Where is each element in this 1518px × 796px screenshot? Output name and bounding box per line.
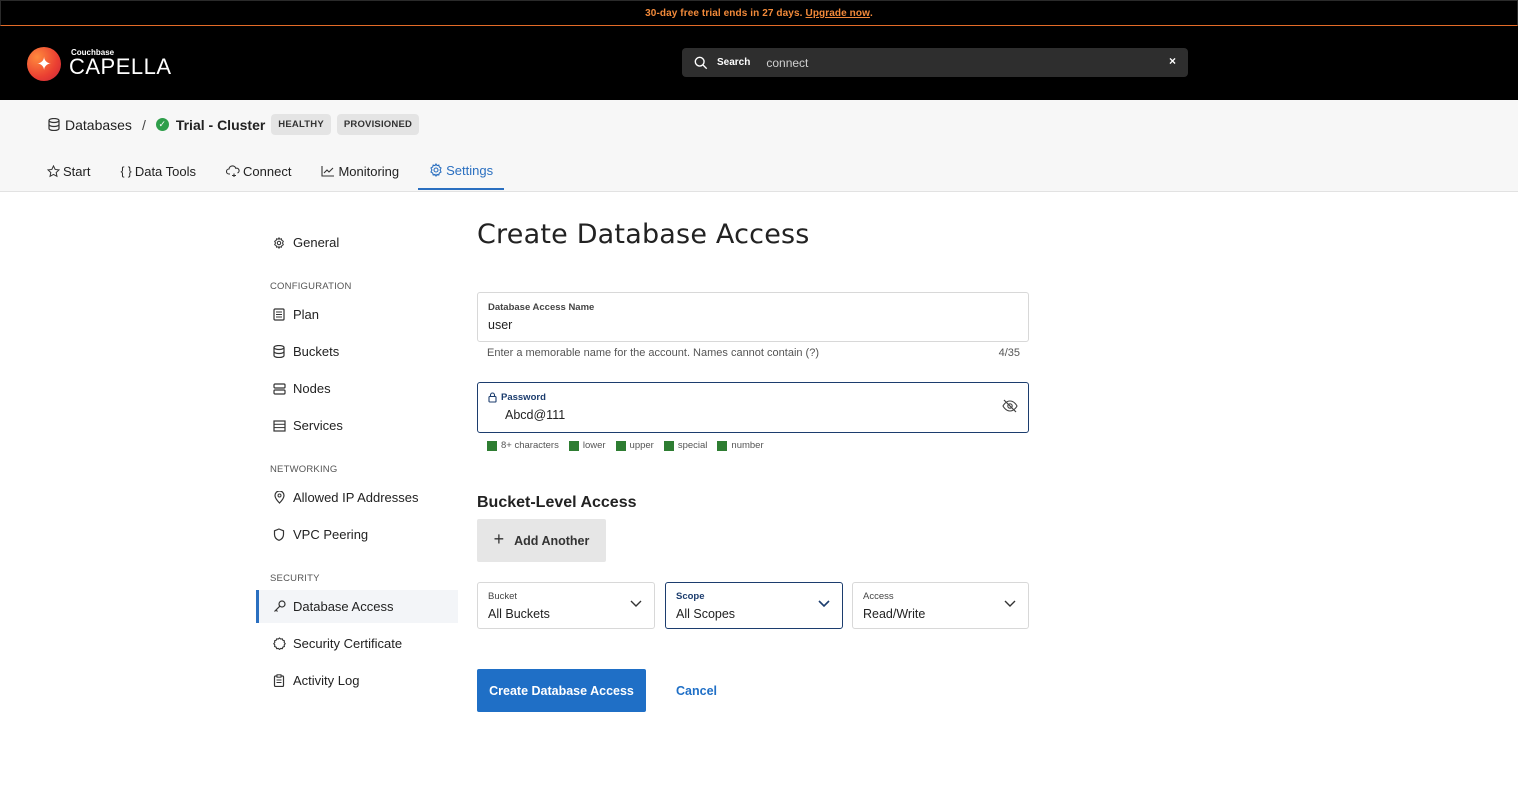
password-input[interactable] xyxy=(505,408,985,422)
page-title: Create Database Access xyxy=(477,219,810,250)
access-name-label: Database Access Name xyxy=(488,302,595,313)
access-name-field[interactable]: Database Access Name xyxy=(477,292,1029,342)
create-database-access-button[interactable]: Create Database Access xyxy=(477,669,646,712)
search-label: Search xyxy=(717,57,751,68)
access-select-value: Read/Write xyxy=(863,607,926,621)
search-icon xyxy=(694,56,708,69)
location-pin-icon xyxy=(272,491,286,505)
lock-icon xyxy=(488,392,497,403)
section-security: SECURITY xyxy=(270,573,320,584)
sidebar-item-security-certificate[interactable]: Security Certificate xyxy=(256,627,458,660)
trial-banner: 30-day free trial ends in 27 days. Upgra… xyxy=(0,0,1518,26)
star-icon xyxy=(47,164,60,177)
cluster-tabs: Start { } Data Tools Connect Monitoring … xyxy=(36,152,512,192)
capella-logo-icon: ✦ xyxy=(27,47,61,81)
section-configuration: CONFIGURATION xyxy=(270,281,352,292)
healthy-check-icon: ✓ xyxy=(155,118,169,131)
certificate-icon xyxy=(272,637,286,651)
rule-lower: lower xyxy=(568,440,606,451)
rule-check-icon xyxy=(568,440,579,451)
eye-off-icon[interactable] xyxy=(1002,399,1018,413)
search-bar[interactable]: Search × xyxy=(682,48,1188,77)
settings-sidenav: General CONFIGURATION Plan Buckets Nodes… xyxy=(256,226,458,701)
bucket-access-heading: Bucket-Level Access xyxy=(477,494,637,511)
gear-icon xyxy=(272,236,286,250)
tab-connect[interactable]: Connect xyxy=(215,152,302,190)
status-badge-healthy: HEALTHY xyxy=(271,114,331,135)
sidebar-item-activity-log[interactable]: Activity Log xyxy=(256,664,458,697)
database-icon xyxy=(272,345,286,359)
access-name-counter: 4/35 xyxy=(998,347,1020,359)
plan-icon xyxy=(272,308,286,322)
sidebar-item-services[interactable]: Services xyxy=(256,409,458,442)
rule-check-icon xyxy=(487,440,497,451)
sidebar-item-buckets[interactable]: Buckets xyxy=(256,335,458,368)
clear-search-icon[interactable]: × xyxy=(1169,54,1176,68)
chevron-down-icon xyxy=(818,600,830,608)
bucket-select-label: Bucket xyxy=(488,591,518,602)
database-icon xyxy=(48,118,60,131)
breadcrumb-databases[interactable]: Databases xyxy=(48,117,132,133)
top-bar: ✦ Couchbase CAPELLA Search × xyxy=(0,26,1518,100)
cancel-button[interactable]: Cancel xyxy=(676,684,717,698)
rule-length: 8+ characters xyxy=(487,440,559,451)
tab-monitoring[interactable]: Monitoring xyxy=(310,152,410,190)
breadcrumb-separator: / xyxy=(141,116,146,133)
tab-start[interactable]: Start xyxy=(36,152,101,190)
sidebar-item-general[interactable]: General xyxy=(256,226,458,259)
cluster-name: Trial - Cluster xyxy=(175,116,266,133)
upgrade-link[interactable]: Upgrade now xyxy=(806,8,870,19)
section-networking: NETWORKING xyxy=(270,464,338,475)
rule-check-icon xyxy=(663,440,674,451)
sidebar-item-allowed-ip[interactable]: Allowed IP Addresses xyxy=(256,481,458,514)
braces-icon: { } xyxy=(120,164,132,178)
sidebar-item-database-access[interactable]: Database Access xyxy=(256,590,458,623)
trial-banner-suffix: . xyxy=(869,7,873,19)
rule-check-icon xyxy=(615,440,626,451)
server-icon xyxy=(272,382,286,396)
status-badge-provisioned: PROVISIONED xyxy=(336,114,420,135)
access-name-helper: Enter a memorable name for the account. … xyxy=(487,347,820,359)
scope-select-label: Scope xyxy=(676,591,705,602)
shield-icon xyxy=(272,528,286,542)
sidebar-item-vpc-peering[interactable]: VPC Peering xyxy=(256,518,458,551)
line-chart-icon xyxy=(321,166,335,177)
add-another-button[interactable]: + Add Another xyxy=(477,519,606,562)
breadcrumb: Databases / ✓ Trial - Cluster HEALTHY PR… xyxy=(48,114,420,135)
scope-select[interactable]: Scope All Scopes xyxy=(665,582,843,629)
services-icon xyxy=(272,419,286,433)
access-select[interactable]: Access Read/Write xyxy=(852,582,1029,629)
search-input[interactable] xyxy=(766,55,1147,70)
access-select-label: Access xyxy=(863,591,894,602)
access-name-input[interactable] xyxy=(488,318,968,332)
clipboard-icon xyxy=(272,674,286,688)
tab-data-tools[interactable]: { } Data Tools xyxy=(109,152,207,190)
sidebar-item-plan[interactable]: Plan xyxy=(256,298,458,331)
rule-number: number xyxy=(717,440,764,451)
chevron-down-icon xyxy=(1004,600,1016,607)
scope-select-value: All Scopes xyxy=(676,607,736,621)
rule-check-icon xyxy=(717,440,728,451)
chevron-down-icon xyxy=(630,600,642,607)
key-icon xyxy=(272,600,286,614)
trial-banner-text: 30-day free trial ends in 27 days. xyxy=(645,7,803,19)
password-rules: 8+ characters lower upper special number xyxy=(487,440,774,451)
logo-title: CAPELLA xyxy=(69,54,172,79)
bucket-select[interactable]: Bucket All Buckets xyxy=(477,582,655,629)
password-label: Password xyxy=(488,392,546,403)
tab-settings[interactable]: Settings xyxy=(418,152,505,190)
password-field[interactable]: Password xyxy=(477,382,1029,433)
page-header: Databases / ✓ Trial - Cluster HEALTHY PR… xyxy=(0,100,1518,192)
cloud-link-icon xyxy=(226,165,240,177)
rule-special: special xyxy=(663,440,707,451)
bucket-select-value: All Buckets xyxy=(488,607,550,621)
rule-upper: upper xyxy=(615,440,654,451)
capella-logo[interactable]: ✦ Couchbase CAPELLA xyxy=(27,47,171,81)
gear-icon xyxy=(430,163,442,177)
sidebar-item-nodes[interactable]: Nodes xyxy=(256,372,458,405)
plus-icon: + xyxy=(493,529,505,549)
